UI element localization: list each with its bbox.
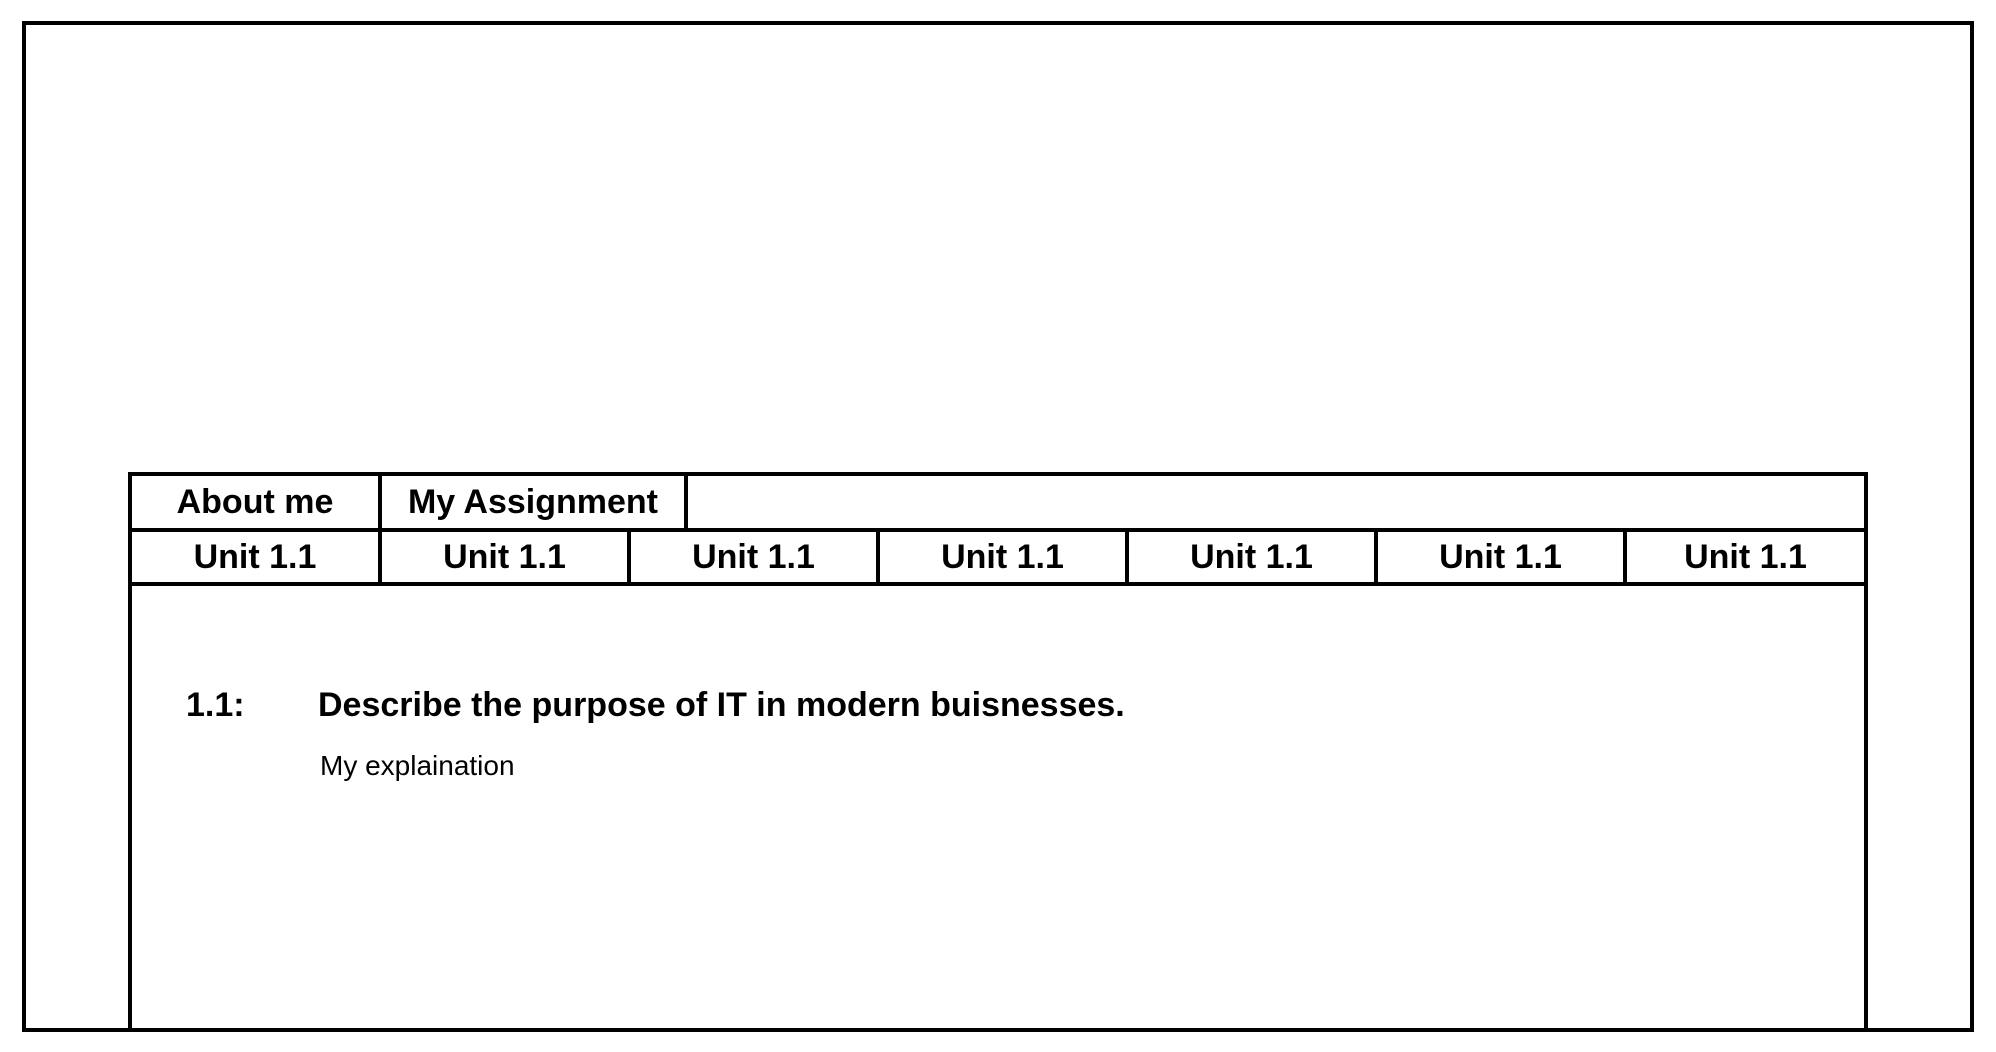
tab-unit-label: Unit 1.1 [193, 537, 317, 576]
unit-nav-bar: Unit 1.1 Unit 1.1 Unit 1.1 Unit 1.1 Unit… [132, 532, 1864, 586]
tab-unit-7[interactable]: Unit 1.1 [1627, 532, 1864, 582]
tab-unit-5[interactable]: Unit 1.1 [1129, 532, 1378, 582]
tab-my-assignment-label: My Assignment [407, 482, 658, 521]
tab-unit-1[interactable]: Unit 1.1 [132, 532, 382, 582]
tab-about-me[interactable]: About me [132, 476, 382, 528]
main-content: 1.1: Describe the purpose of IT in moder… [132, 586, 1864, 1030]
tab-unit-label: Unit 1.1 [443, 537, 566, 576]
tab-my-assignment[interactable]: My Assignment [382, 476, 688, 528]
content-panel: About me My Assignment Unit 1.1 Unit 1.1… [128, 472, 1868, 1030]
top-nav-empty-space [688, 476, 1864, 528]
question-heading: Describe the purpose of IT in modern bui… [318, 686, 1125, 724]
tab-unit-3[interactable]: Unit 1.1 [631, 532, 880, 582]
tab-about-me-label: About me [176, 482, 334, 521]
question-number: 1.1: [186, 686, 245, 724]
tab-unit-2[interactable]: Unit 1.1 [382, 532, 631, 582]
tab-unit-label: Unit 1.1 [1684, 537, 1807, 576]
tab-unit-6[interactable]: Unit 1.1 [1378, 532, 1627, 582]
tab-unit-4[interactable]: Unit 1.1 [880, 532, 1129, 582]
top-nav-bar: About me My Assignment [132, 476, 1864, 532]
tab-unit-label: Unit 1.1 [941, 537, 1064, 576]
tab-unit-label: Unit 1.1 [692, 537, 815, 576]
answer-text: My explaination [320, 750, 515, 781]
tab-unit-label: Unit 1.1 [1190, 537, 1313, 576]
tab-unit-label: Unit 1.1 [1439, 537, 1562, 576]
